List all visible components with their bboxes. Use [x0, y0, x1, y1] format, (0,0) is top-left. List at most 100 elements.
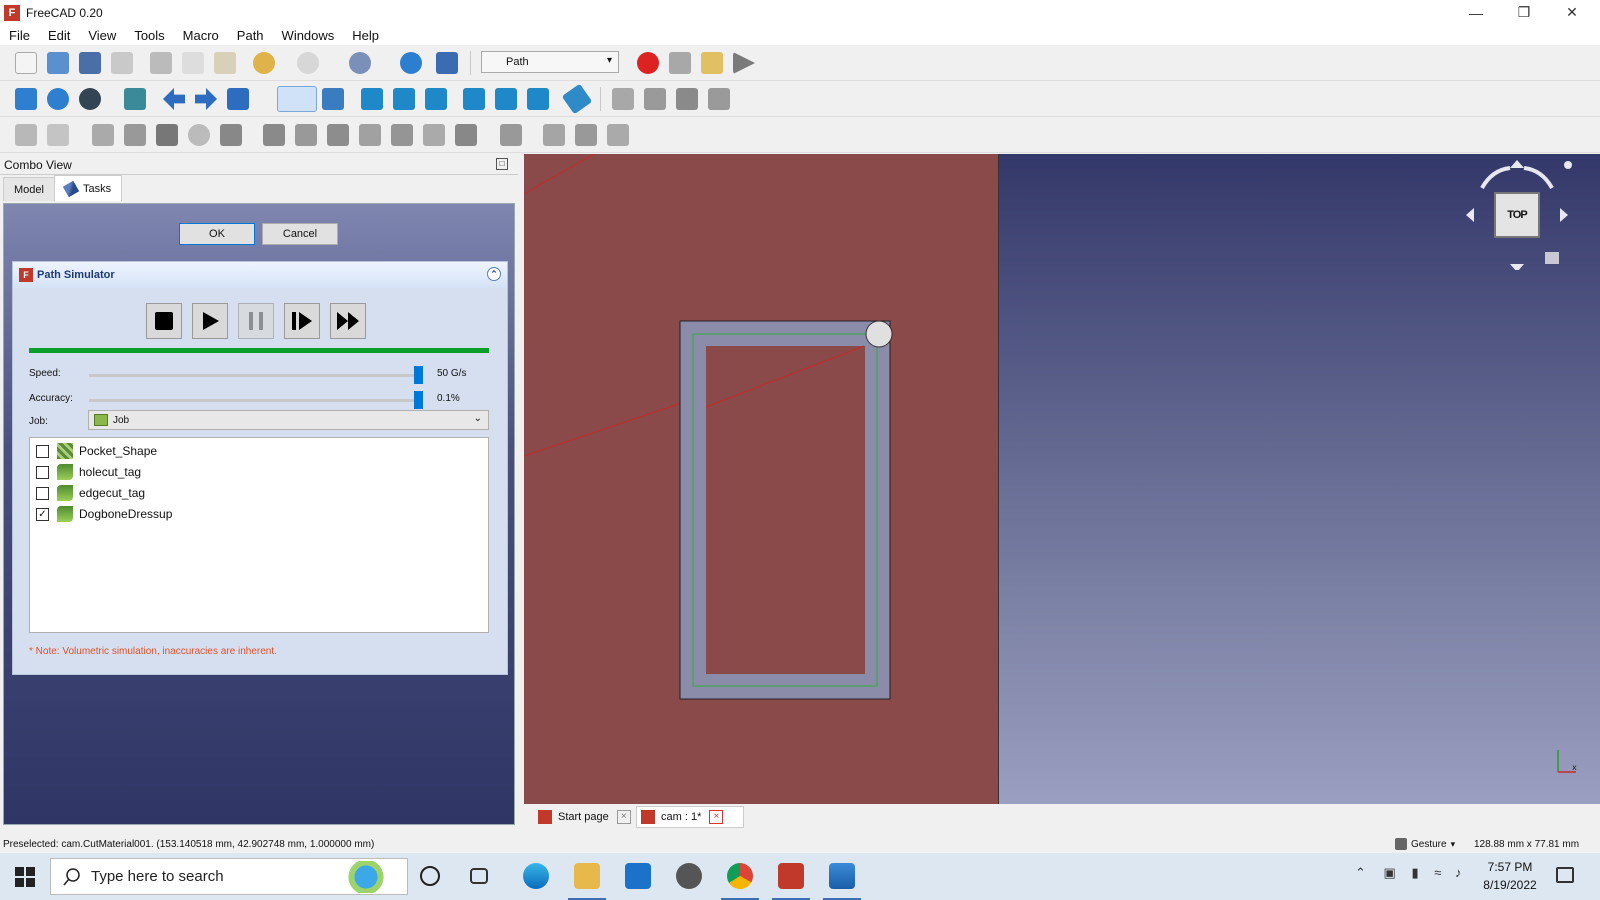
job-select[interactable]: Job ⌄	[88, 410, 489, 430]
menu-macro[interactable]: Macro	[174, 28, 228, 43]
left-view-icon[interactable]	[527, 88, 549, 110]
engrave-op-icon[interactable]	[423, 124, 445, 146]
operation-row[interactable]: edgecut_tag	[30, 483, 488, 503]
post-process-icon[interactable]	[47, 124, 69, 146]
bounding-box-icon[interactable]	[124, 88, 146, 110]
menu-path[interactable]: Path	[228, 28, 273, 43]
right-view-icon[interactable]	[425, 88, 447, 110]
restore-button[interactable]: ❐	[1500, 0, 1548, 25]
doc-tab-cam[interactable]: cam : 1* ×	[636, 806, 744, 828]
notifications-icon[interactable]	[1556, 867, 1574, 883]
tab-tasks[interactable]: Tasks	[53, 175, 123, 201]
drilling-op-icon[interactable]	[455, 124, 477, 146]
sync-view-icon[interactable]	[227, 88, 249, 110]
profile-op-icon[interactable]	[263, 124, 285, 146]
speed-slider-thumb[interactable]	[414, 366, 423, 384]
link-icon[interactable]	[676, 88, 698, 110]
show-hidden-icons-icon[interactable]: ⌃	[1355, 865, 1366, 880]
print-icon[interactable]	[111, 52, 133, 74]
navigation-cube[interactable]: TOP	[1462, 160, 1572, 270]
save-icon[interactable]	[79, 52, 101, 74]
measure-icon[interactable]	[561, 83, 593, 115]
adaptive-op-icon[interactable]	[327, 124, 349, 146]
doc-tab-start-page[interactable]: Start page ×	[534, 806, 631, 828]
operation-checkbox[interactable]	[36, 486, 49, 500]
minimize-button[interactable]: —	[1452, 0, 1500, 25]
play-button[interactable]	[192, 303, 228, 339]
tab-model[interactable]: Model	[3, 177, 55, 201]
face-op-icon[interactable]	[359, 124, 381, 146]
menu-help[interactable]: Help	[343, 28, 388, 43]
chrome-icon[interactable]	[727, 863, 753, 889]
group-icon[interactable]	[644, 88, 666, 110]
helix-op-icon[interactable]	[391, 124, 413, 146]
rear-view-icon[interactable]	[463, 88, 485, 110]
operation-row[interactable]: holecut_tag	[30, 462, 488, 482]
operation-row[interactable]: ✓ DogboneDressup	[30, 504, 488, 524]
speed-slider[interactable]	[89, 374, 419, 377]
close-window-button[interactable]: ✕	[1548, 0, 1596, 25]
inspect-icon[interactable]	[220, 124, 242, 146]
bottom-view-icon[interactable]	[495, 88, 517, 110]
operation-row[interactable]: Pocket_Shape	[30, 441, 488, 461]
operation-checkbox[interactable]: ✓	[36, 507, 49, 521]
macro-run-icon[interactable]	[733, 52, 755, 74]
paste-icon[interactable]	[214, 52, 236, 74]
navcube-top-face[interactable]: TOP	[1494, 192, 1540, 238]
top-view-icon[interactable]	[393, 88, 415, 110]
check-refresh-icon[interactable]	[349, 52, 371, 74]
accuracy-slider-thumb[interactable]	[414, 391, 423, 409]
close-icon[interactable]: ×	[709, 810, 724, 824]
operation-checkbox[interactable]	[36, 465, 49, 479]
waterline-op-icon[interactable]	[575, 124, 597, 146]
standard-views-icon[interactable]	[277, 86, 317, 112]
menu-tools[interactable]: Tools	[125, 28, 173, 43]
battery-icon[interactable]: ▮	[1411, 865, 1418, 880]
link-actions-icon[interactable]	[708, 88, 730, 110]
fit-selection-icon[interactable]	[47, 88, 69, 110]
volume-icon[interactable]: ♪	[1455, 865, 1462, 880]
whats-this-icon[interactable]	[436, 52, 458, 74]
macro-record-icon[interactable]	[637, 52, 659, 74]
edge-browser-icon[interactable]	[523, 863, 549, 889]
copy-icon[interactable]	[182, 52, 204, 74]
simulator-icon[interactable]	[188, 124, 210, 146]
ok-button[interactable]: OK	[179, 223, 255, 245]
3d-view[interactable]: TOP x	[524, 154, 1600, 804]
macro-edit-icon[interactable]	[701, 52, 723, 74]
open-file-icon[interactable]	[47, 52, 69, 74]
cancel-button[interactable]: Cancel	[262, 223, 338, 245]
photos-icon[interactable]	[829, 863, 855, 889]
cut-icon[interactable]	[150, 52, 172, 74]
workbench-selector[interactable]: Path ▾	[481, 51, 619, 73]
new-file-icon[interactable]	[15, 52, 37, 74]
fit-all-icon[interactable]	[15, 88, 37, 110]
forward-arrow-icon[interactable]	[195, 88, 217, 110]
part-icon[interactable]	[612, 88, 634, 110]
accuracy-slider[interactable]	[89, 399, 419, 402]
pause-button[interactable]	[238, 303, 274, 339]
collapse-icon[interactable]: ⌃	[487, 267, 501, 281]
stop-button[interactable]	[146, 303, 182, 339]
windows-start-icon[interactable]	[15, 867, 35, 887]
tool-controller-icon[interactable]	[124, 124, 146, 146]
back-arrow-icon[interactable]	[163, 88, 185, 110]
fast-forward-button[interactable]	[330, 303, 366, 339]
dressup-icon[interactable]	[500, 124, 522, 146]
stock-icon[interactable]	[156, 124, 178, 146]
array-op-icon[interactable]	[607, 124, 629, 146]
navigation-style-button[interactable]: Gesture ▾	[1395, 838, 1455, 850]
taskbar-search-box[interactable]: Type here to search	[50, 858, 408, 895]
front-view-icon[interactable]	[361, 88, 383, 110]
freecad-taskbar-icon[interactable]	[778, 863, 804, 889]
undock-icon[interactable]: □	[496, 158, 508, 170]
pocket-op-icon[interactable]	[295, 124, 317, 146]
wifi-icon[interactable]: ≈	[1434, 865, 1441, 880]
isometric-view-icon[interactable]	[322, 88, 344, 110]
draw-style-icon[interactable]	[79, 88, 101, 110]
mail-icon[interactable]	[625, 863, 651, 889]
redo-icon[interactable]	[297, 52, 319, 74]
menu-edit[interactable]: Edit	[39, 28, 79, 43]
cortana-icon[interactable]	[420, 866, 440, 886]
task-view-icon[interactable]	[470, 868, 488, 884]
